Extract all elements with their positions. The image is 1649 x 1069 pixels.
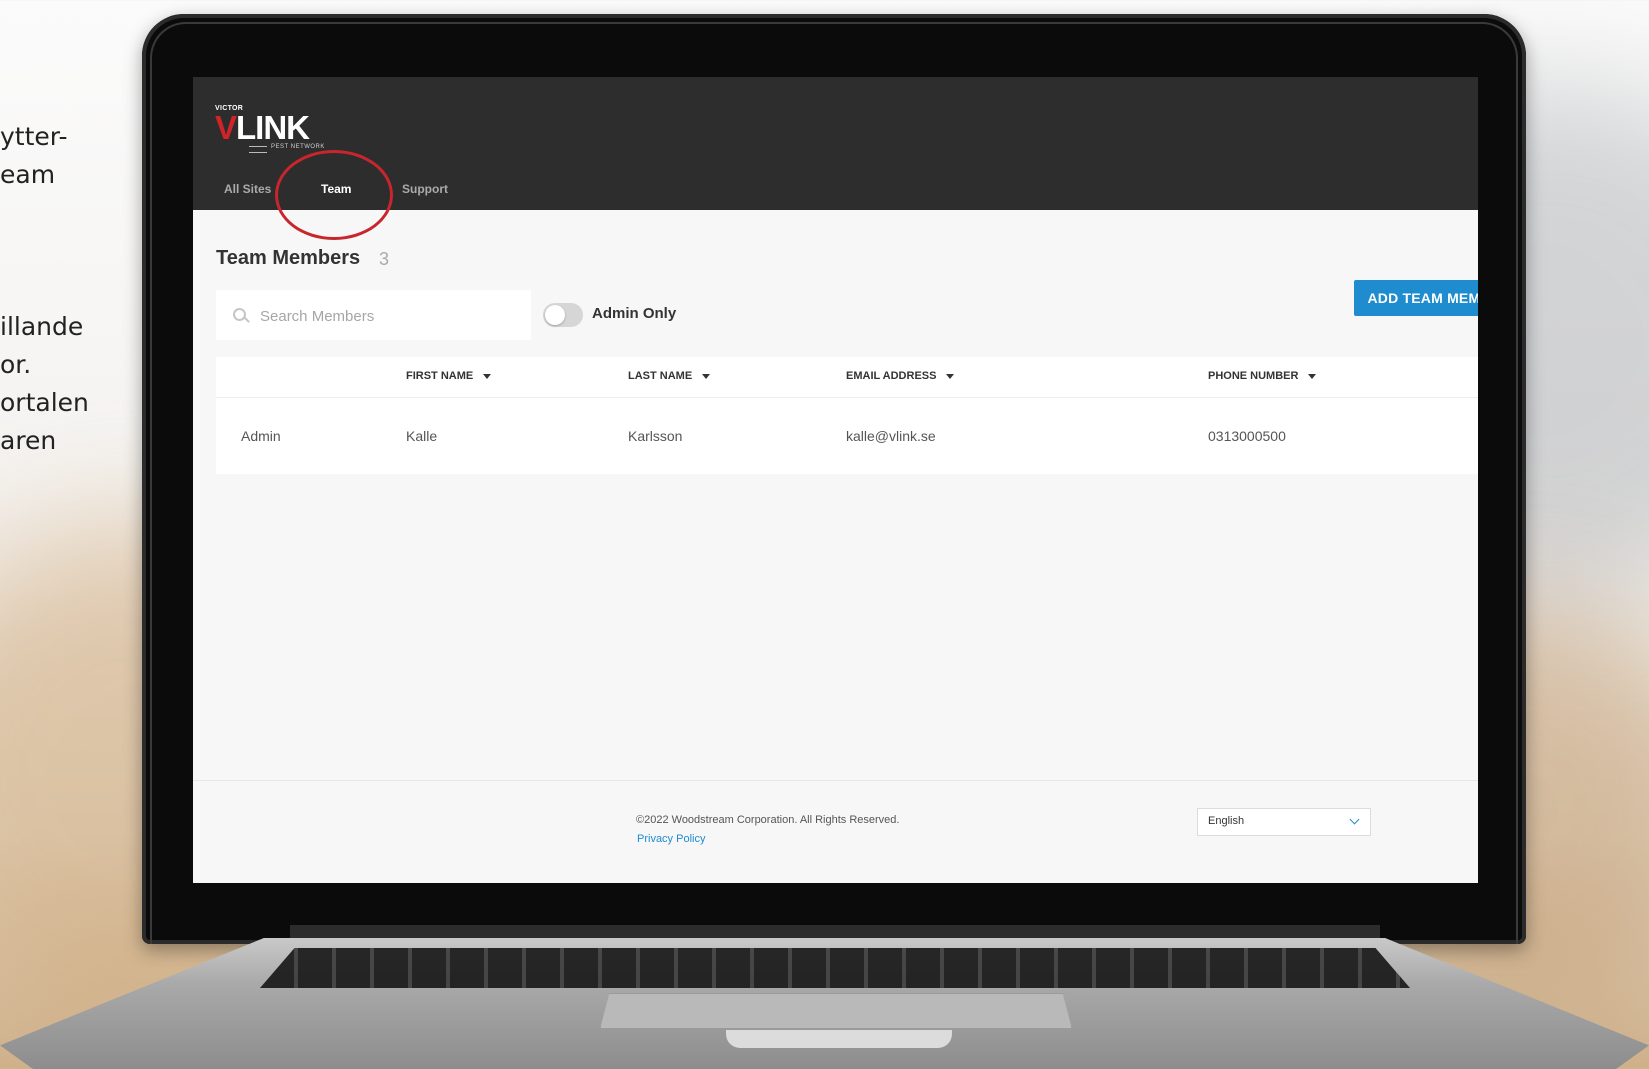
language-value: English — [1208, 815, 1245, 827]
table-header: FIRST NAME LAST NAME EMAIL ADDRESS PHONE… — [216, 357, 1478, 398]
cell-role: Admin — [241, 428, 281, 444]
chevron-down-icon — [1349, 814, 1360, 825]
search-input[interactable] — [258, 303, 522, 329]
logo-wordmark: VLINK — [215, 109, 310, 146]
column-header-label: LAST NAME — [628, 370, 693, 382]
footer: ©2022 Woodstream Corporation. All Rights… — [193, 780, 1478, 883]
toggle-knob — [545, 305, 565, 325]
sort-caret-icon — [946, 373, 955, 379]
column-header-first-name[interactable]: FIRST NAME — [406, 370, 492, 382]
member-count: 3 — [379, 249, 390, 269]
cell-email: kalle@vlink.se — [846, 428, 936, 444]
privacy-policy-link[interactable]: Privacy Policy — [637, 833, 705, 845]
vlink-logo[interactable]: VICTOR VLINK PEST NETWORK — [215, 105, 325, 151]
app-screen: VICTOR VLINK PEST NETWORK All Sites Team… — [193, 77, 1478, 883]
sort-caret-icon — [1308, 373, 1317, 379]
admin-only-toggle[interactable] — [543, 303, 583, 327]
team-members-table: FIRST NAME LAST NAME EMAIL ADDRESS PHONE… — [216, 357, 1478, 474]
sort-caret-icon — [702, 373, 711, 379]
text-line: eam — [0, 160, 56, 189]
cell-first-name: Kalle — [406, 428, 438, 444]
cell-phone: 0313000500 — [1208, 428, 1286, 444]
column-header-phone[interactable]: PHONE NUMBER — [1208, 370, 1317, 382]
column-header-label: FIRST NAME — [406, 370, 474, 382]
column-header-last-name[interactable]: LAST NAME — [628, 370, 711, 382]
tab-all-sites[interactable]: All Sites — [224, 182, 271, 196]
laptop-keyboard — [260, 948, 1410, 988]
cell-last-name: Karlsson — [628, 428, 683, 444]
page-title: Team Members — [216, 247, 361, 269]
logo-v: V — [215, 109, 237, 146]
marketing-text-middle: illande or. ortalen aren — [0, 308, 89, 460]
sort-caret-icon — [483, 373, 492, 379]
add-team-member-button[interactable]: ADD TEAM MEMBER — [1354, 280, 1478, 316]
text-line: ortalen — [0, 388, 89, 417]
top-navigation-bar: VICTOR VLINK PEST NETWORK All Sites Team… — [193, 77, 1478, 240]
column-header-label: PHONE NUMBER — [1208, 370, 1299, 382]
text-line: illande — [0, 312, 84, 341]
tab-team[interactable]: Team — [321, 182, 351, 196]
column-header-label: EMAIL ADDRESS — [846, 370, 937, 382]
table-row[interactable]: Admin Kalle Karlsson kalle@vlink.se 0313… — [216, 398, 1478, 474]
search-box[interactable] — [216, 290, 531, 340]
admin-only-label: Admin Only — [592, 305, 677, 322]
language-select[interactable]: English — [1197, 808, 1371, 836]
copyright-text: ©2022 Woodstream Corporation. All Rights… — [636, 814, 900, 826]
logo-link-text: LINK — [236, 109, 310, 146]
column-header-email[interactable]: EMAIL ADDRESS — [846, 370, 955, 382]
text-line: aren — [0, 426, 57, 455]
marketing-text-top: ytter- eam — [0, 118, 67, 194]
text-line: or. — [0, 350, 32, 379]
search-icon — [233, 308, 246, 321]
main-nav: All Sites Team Support — [193, 182, 1478, 204]
text-line: ytter- — [0, 122, 68, 151]
laptop-notch — [726, 1030, 952, 1048]
laptop-trackpad — [600, 993, 1072, 1029]
tab-support[interactable]: Support — [402, 182, 448, 196]
logo-tagline: PEST NETWORK — [245, 144, 325, 156]
